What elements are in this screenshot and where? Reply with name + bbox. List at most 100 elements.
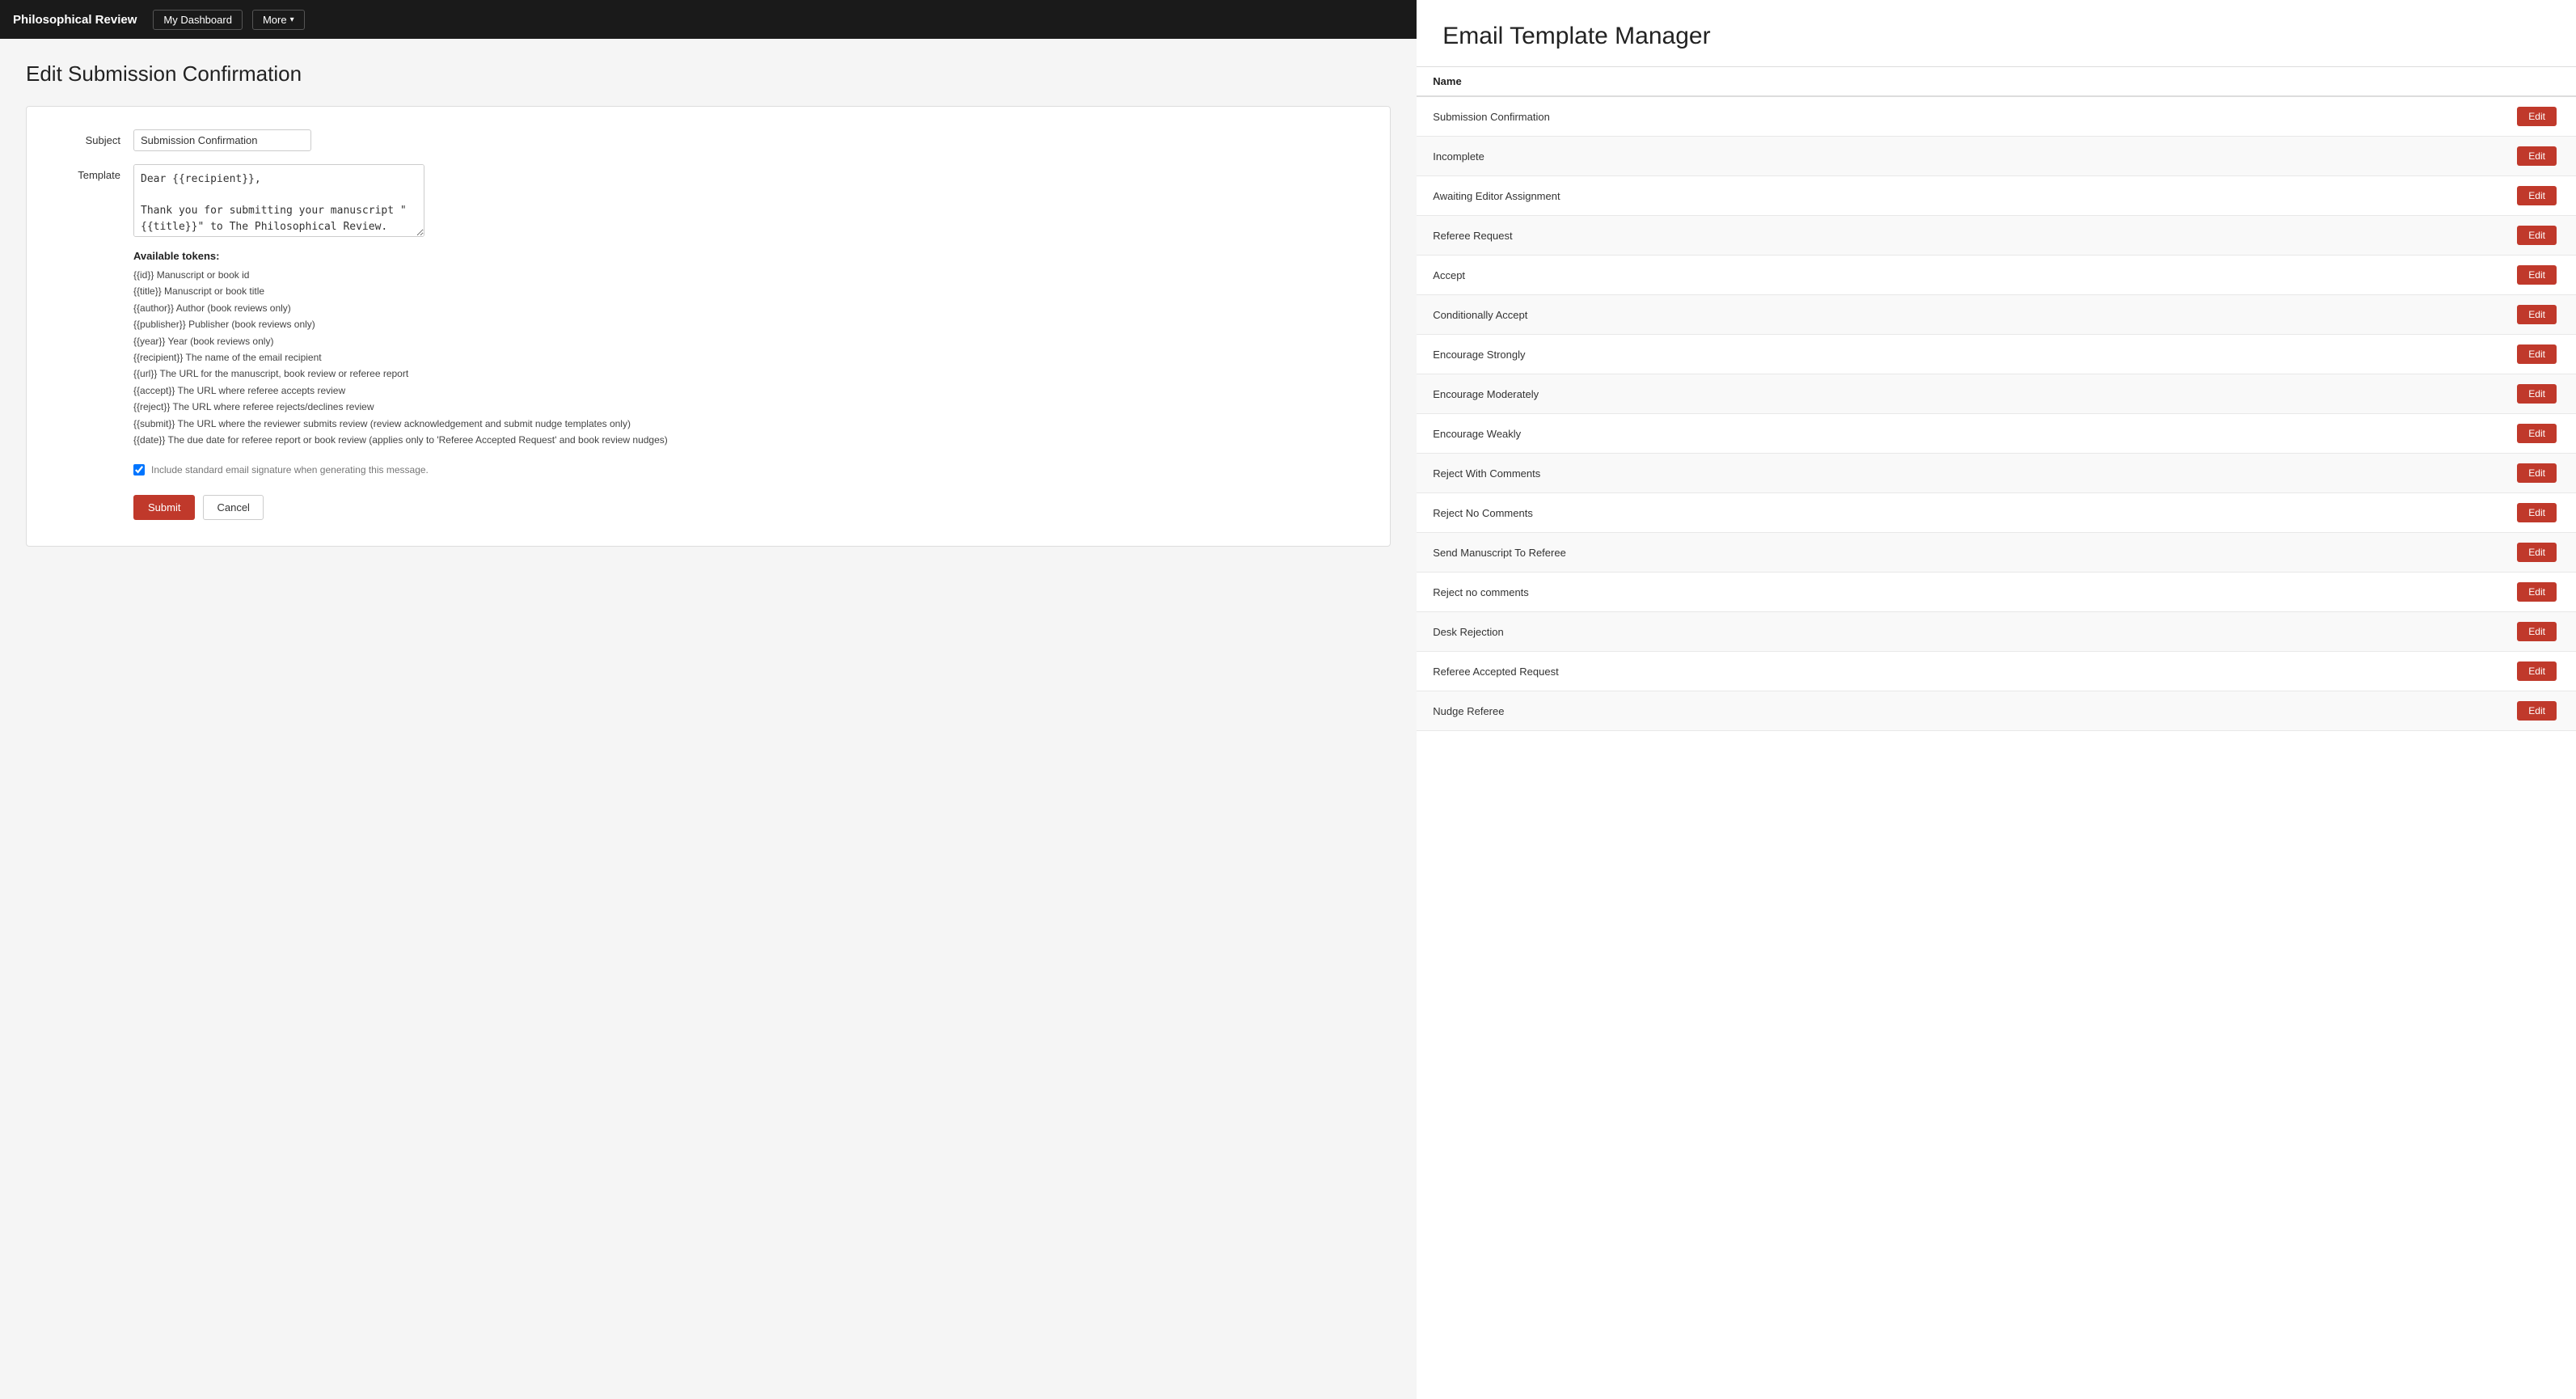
table-row: Reject With Comments Edit	[1417, 454, 2576, 493]
edit-template-button[interactable]: Edit	[2517, 265, 2557, 285]
page-title: Edit Submission Confirmation	[26, 61, 1391, 87]
template-action-cell: Edit	[2215, 652, 2576, 691]
subject-label: Subject	[56, 129, 120, 146]
token-item: {{date}} The due date for referee report…	[133, 432, 1361, 448]
template-action-cell: Edit	[2215, 295, 2576, 335]
template-name-cell: Reject With Comments	[1417, 454, 2215, 493]
template-name-cell: Accept	[1417, 256, 2215, 295]
template-name-cell: Awaiting Editor Assignment	[1417, 176, 2215, 216]
col-action-header	[2215, 67, 2576, 97]
template-name-cell: Encourage Strongly	[1417, 335, 2215, 374]
template-table: Name Submission ConfirmationEditIncomple…	[1417, 66, 2576, 731]
template-action-cell: Edit	[2215, 335, 2576, 374]
table-row: Send Manuscript To Referee Edit	[1417, 533, 2576, 573]
edit-template-button[interactable]: Edit	[2517, 424, 2557, 443]
table-header-row: Name	[1417, 67, 2576, 97]
template-action-cell: Edit	[2215, 533, 2576, 573]
template-row: Template Dear {{recipient}}, Thank you f…	[56, 164, 1361, 237]
token-item: {{year}} Year (book reviews only)	[133, 333, 1361, 349]
signature-checkbox-row: Include standard email signature when ge…	[133, 464, 1361, 475]
edit-template-button[interactable]: Edit	[2517, 543, 2557, 562]
edit-template-button[interactable]: Edit	[2517, 384, 2557, 404]
edit-template-button[interactable]: Edit	[2517, 463, 2557, 483]
template-action-cell: Edit	[2215, 414, 2576, 454]
table-row: Reject no comments Edit	[1417, 573, 2576, 612]
cancel-button[interactable]: Cancel	[203, 495, 263, 520]
more-label: More	[263, 14, 287, 26]
table-row: Desk Rejection Edit	[1417, 612, 2576, 652]
table-row: Referee Request Edit	[1417, 216, 2576, 256]
form-buttons: Submit Cancel	[133, 495, 1361, 520]
template-table-body: Submission Confirmation Edit Incomplete Edi…	[1417, 96, 2576, 731]
template-action-cell: Edit	[2215, 573, 2576, 612]
edit-template-button[interactable]: Edit	[2517, 146, 2557, 166]
edit-template-button[interactable]: Edit	[2517, 582, 2557, 602]
template-name-cell: Send Manuscript To Referee	[1417, 533, 2215, 573]
template-action-cell: Edit	[2215, 612, 2576, 652]
template-textarea[interactable]: Dear {{recipient}}, Thank you for submit…	[133, 164, 424, 237]
template-action-cell: Edit	[2215, 691, 2576, 731]
table-row: Conditionally Accept Edit	[1417, 295, 2576, 335]
table-row: Referee Accepted Request Edit	[1417, 652, 2576, 691]
col-name-header: Name	[1417, 67, 2215, 97]
tokens-list: {{id}} Manuscript or book id{{title}} Ma…	[133, 267, 1361, 448]
template-name-cell: Incomplete	[1417, 137, 2215, 176]
subject-row: Subject	[56, 129, 1361, 151]
template-name-cell: Reject no comments	[1417, 573, 2215, 612]
token-item: {{title}} Manuscript or book title	[133, 283, 1361, 299]
page-content: Edit Submission Confirmation Subject Tem…	[0, 39, 1417, 1399]
template-action-cell: Edit	[2215, 216, 2576, 256]
edit-template-button[interactable]: Edit	[2517, 344, 2557, 364]
navbar-brand: Philosophical Review	[13, 13, 137, 27]
signature-checkbox-label: Include standard email signature when ge…	[151, 464, 429, 475]
signature-checkbox[interactable]	[133, 464, 145, 475]
template-action-cell: Edit	[2215, 96, 2576, 137]
email-template-manager-title: Email Template Manager	[1417, 23, 2576, 66]
token-item: {{url}} The URL for the manuscript, book…	[133, 366, 1361, 382]
chevron-down-icon: ▾	[290, 15, 294, 24]
edit-template-button[interactable]: Edit	[2517, 701, 2557, 721]
edit-template-button[interactable]: Edit	[2517, 186, 2557, 205]
table-row: Reject No Comments Edit	[1417, 493, 2576, 533]
template-label: Template	[56, 164, 120, 181]
table-row: Awaiting Editor Assignment Edit	[1417, 176, 2576, 216]
edit-template-button[interactable]: Edit	[2517, 622, 2557, 641]
table-row: Encourage Weakly Edit	[1417, 414, 2576, 454]
subject-input[interactable]	[133, 129, 311, 151]
template-action-cell: Edit	[2215, 374, 2576, 414]
edit-template-button[interactable]: Edit	[2517, 226, 2557, 245]
template-name-cell: Conditionally Accept	[1417, 295, 2215, 335]
navbar: Philosophical Review My Dashboard More ▾	[0, 0, 1417, 39]
form-card: Subject Template Dear {{recipient}}, Tha…	[26, 106, 1391, 547]
token-item: {{reject}} The URL where referee rejects…	[133, 399, 1361, 415]
template-name-cell: Desk Rejection	[1417, 612, 2215, 652]
token-item: {{submit}} The URL where the reviewer su…	[133, 416, 1361, 432]
edit-template-button[interactable]: Edit	[2517, 305, 2557, 324]
template-name-cell: Referee Request	[1417, 216, 2215, 256]
table-row: Accept Edit	[1417, 256, 2576, 295]
template-name-cell: Referee Accepted Request	[1417, 652, 2215, 691]
left-panel: Philosophical Review My Dashboard More ▾…	[0, 0, 1417, 1399]
template-action-cell: Edit	[2215, 176, 2576, 216]
table-row: Nudge Referee Edit	[1417, 691, 2576, 731]
more-button[interactable]: More ▾	[252, 10, 305, 30]
template-action-cell: Edit	[2215, 137, 2576, 176]
dashboard-button[interactable]: My Dashboard	[153, 10, 243, 30]
token-item: {{publisher}} Publisher (book reviews on…	[133, 316, 1361, 332]
template-name-cell: Nudge Referee	[1417, 691, 2215, 731]
edit-template-button[interactable]: Edit	[2517, 107, 2557, 126]
edit-template-button[interactable]: Edit	[2517, 503, 2557, 522]
submit-button[interactable]: Submit	[133, 495, 195, 520]
table-row: Incomplete Edit	[1417, 137, 2576, 176]
edit-template-button[interactable]: Edit	[2517, 661, 2557, 681]
template-action-cell: Edit	[2215, 493, 2576, 533]
template-name-cell: Encourage Weakly	[1417, 414, 2215, 454]
tokens-title: Available tokens:	[133, 250, 1361, 262]
tokens-section: Available tokens: {{id}} Manuscript or b…	[133, 250, 1361, 448]
template-name-cell: Reject No Comments	[1417, 493, 2215, 533]
table-row: Submission Confirmation Edit	[1417, 96, 2576, 137]
table-row: Encourage Strongly Edit	[1417, 335, 2576, 374]
token-item: {{author}} Author (book reviews only)	[133, 300, 1361, 316]
template-name-cell: Submission Confirmation	[1417, 96, 2215, 137]
token-item: {{recipient}} The name of the email reci…	[133, 349, 1361, 366]
